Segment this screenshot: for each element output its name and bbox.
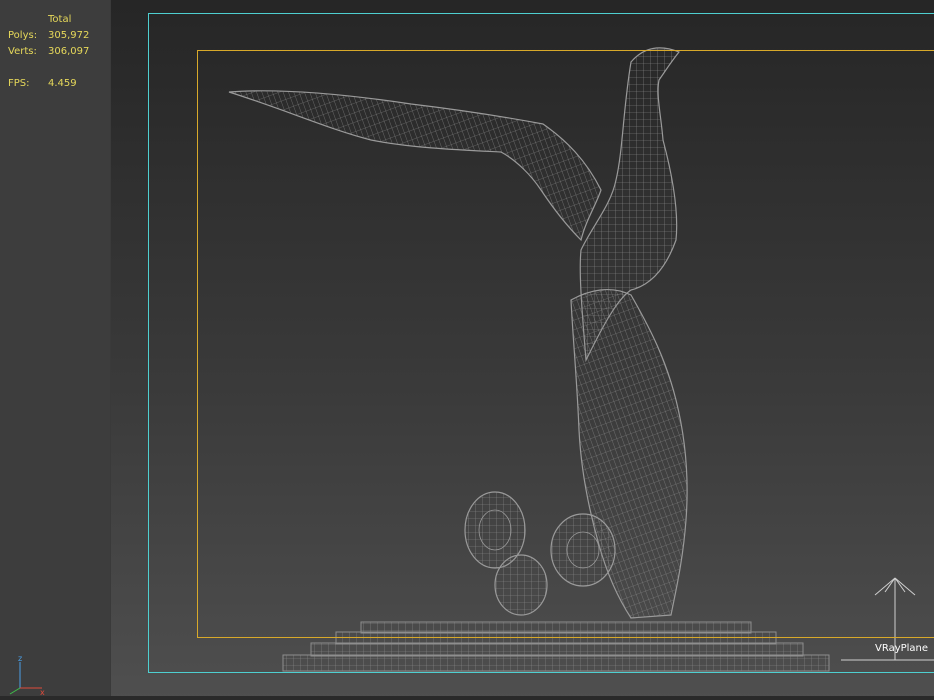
gizmo-z-label: z — [18, 654, 22, 663]
polys-value: 305,972 — [48, 30, 90, 41]
render-frame-border — [197, 50, 934, 638]
verts-value: 306,097 — [48, 46, 90, 57]
vray-plane-label[interactable]: VRayPlane — [875, 643, 928, 654]
fps-label: FPS: — [8, 78, 30, 89]
bottom-border — [0, 696, 934, 700]
perspective-viewport[interactable]: VRayPlane — [111, 0, 934, 700]
left-stats-panel: Total Polys: 305,972 Verts: 306,097 FPS:… — [0, 0, 110, 700]
stats-total-header: Total — [48, 14, 72, 25]
polys-label: Polys: — [8, 30, 38, 41]
fps-value: 4.459 — [48, 78, 77, 89]
verts-label: Verts: — [8, 46, 37, 57]
axis-tripod-icon: z x — [9, 654, 45, 697]
